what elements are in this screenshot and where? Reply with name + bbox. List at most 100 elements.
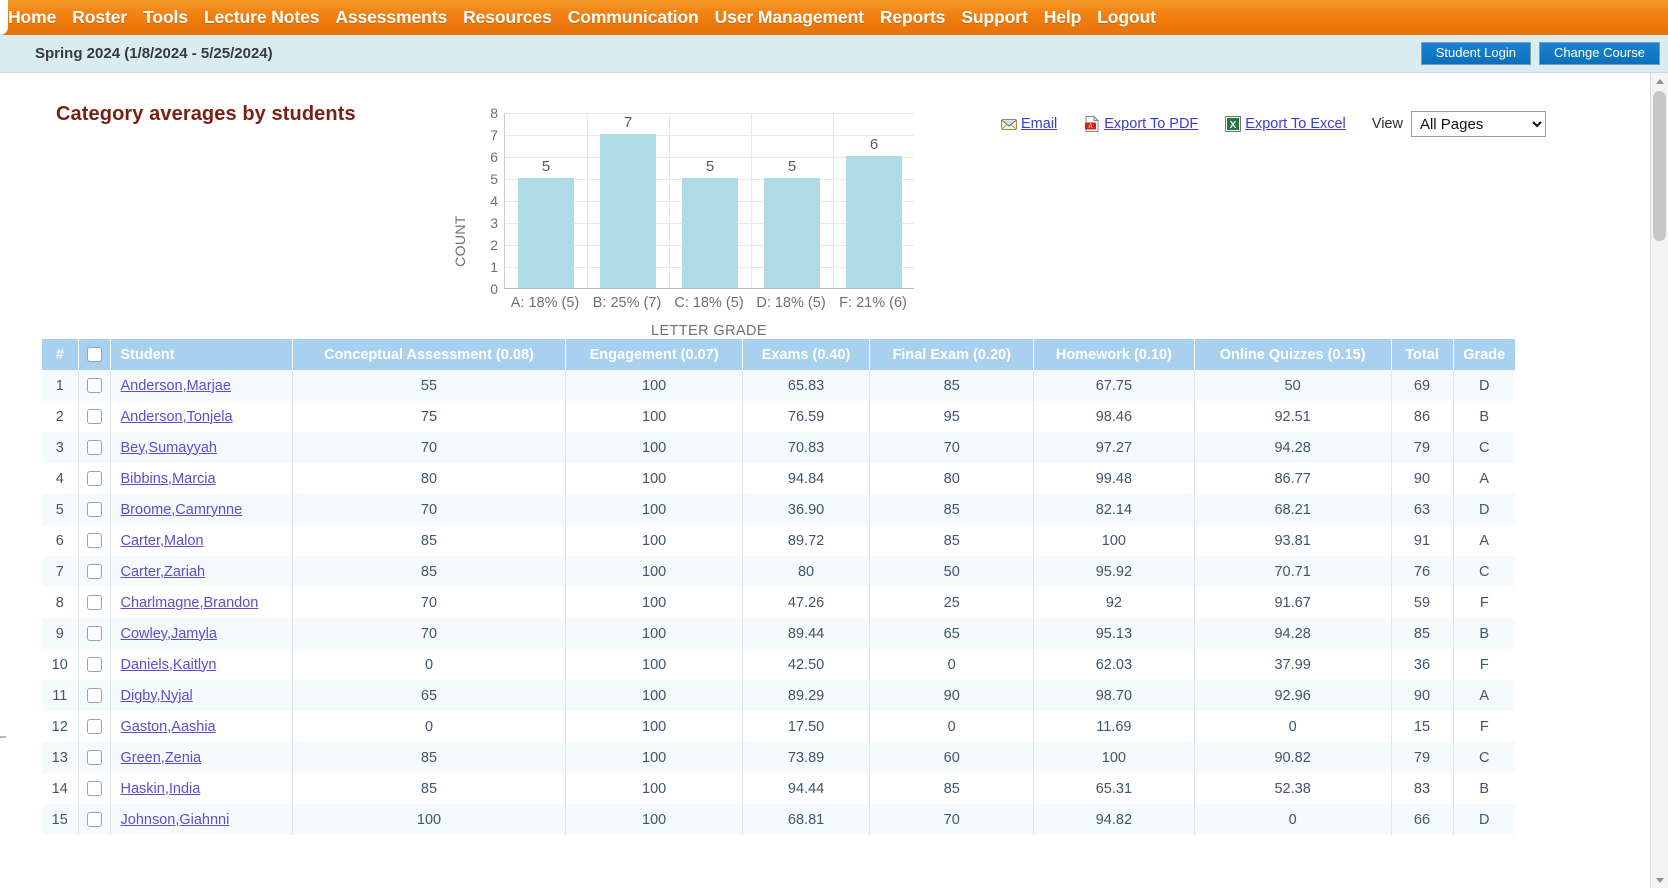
row-select-cell[interactable]	[78, 649, 111, 680]
row-checkbox[interactable]	[86, 595, 102, 611]
nav-item-tools[interactable]: Tools	[135, 0, 196, 35]
student-name-link[interactable]: Anderson,Marjae	[121, 378, 231, 394]
row-checkbox[interactable]	[86, 688, 102, 704]
row-select-cell[interactable]	[78, 494, 111, 525]
row-checkbox[interactable]	[86, 378, 102, 394]
student-name-link[interactable]: Johnson,Giahnni	[121, 812, 230, 828]
cell-total: 36	[1391, 649, 1454, 680]
scrollbar-thumb[interactable]	[1653, 91, 1666, 241]
course-subheader: Spring 2024 (1/8/2024 - 5/25/2024) Stude…	[0, 35, 1668, 73]
row-checkbox[interactable]	[86, 750, 102, 766]
row-checkbox[interactable]	[86, 564, 102, 580]
student-name-link[interactable]: Bey,Sumayyah	[121, 440, 217, 456]
chart-y-tick-label: 1	[490, 259, 498, 275]
row-select-cell[interactable]	[78, 370, 111, 401]
row-select-cell[interactable]	[78, 680, 111, 711]
student-cell: Gaston,Aashia	[110, 711, 293, 742]
cell-conceptual-assessment: 80	[292, 463, 567, 494]
table-row: 12 Gaston,Aashia 0 100 17.50 0 11.69 0 15 F	[42, 711, 1515, 742]
scroll-up-button[interactable]	[1651, 73, 1668, 90]
student-name-link[interactable]: Green,Zenia	[121, 750, 202, 766]
row-select-cell[interactable]	[78, 432, 111, 463]
chart-y-tick-label: 7	[490, 127, 498, 143]
col-header-engagement[interactable]: Engagement (0.07)	[565, 339, 743, 370]
row-checkbox[interactable]	[86, 409, 102, 425]
cell-grade: B	[1479, 408, 1490, 425]
col-header-homework[interactable]: Homework (0.10)	[1033, 339, 1195, 370]
col-header-student[interactable]: Student	[110, 339, 293, 370]
student-name-link[interactable]: Cowley,Jamyla	[121, 626, 217, 642]
nav-item-communication[interactable]: Communication	[560, 0, 707, 35]
row-checkbox[interactable]	[86, 471, 102, 487]
col-header-grade[interactable]: Grade	[1453, 339, 1515, 370]
change-course-button[interactable]: Change Course	[1538, 42, 1660, 65]
cell-grade: D	[1479, 811, 1490, 828]
row-select-cell[interactable]	[78, 773, 111, 804]
view-select[interactable]: All Pages	[1410, 111, 1546, 137]
cell-grade: D	[1479, 377, 1490, 394]
export-to-pdf-link[interactable]: A Export To PDF	[1083, 115, 1198, 133]
cell-homework: 82.14	[1033, 494, 1195, 525]
nav-item-home[interactable]: Home	[6, 0, 64, 35]
row-checkbox[interactable]	[86, 719, 102, 735]
nav-item-resources[interactable]: Resources	[455, 0, 560, 35]
nav-item-logout[interactable]: Logout	[1089, 0, 1164, 35]
nav-item-roster[interactable]: Roster	[64, 0, 135, 35]
col-header-select-all[interactable]	[78, 339, 111, 370]
nav-item-help[interactable]: Help	[1036, 0, 1090, 35]
nav-item-support[interactable]: Support	[953, 0, 1035, 35]
student-name-link[interactable]: Haskin,India	[121, 781, 201, 797]
cell-total: 79	[1391, 742, 1454, 773]
row-select-cell[interactable]	[78, 742, 111, 773]
row-select-cell[interactable]	[78, 587, 111, 618]
col-header-conceptual-assessment[interactable]: Conceptual Assessment (0.08)	[292, 339, 567, 370]
cell-grade: A	[1479, 687, 1490, 704]
row-checkbox[interactable]	[86, 657, 102, 673]
export-to-excel-link[interactable]: X Export To Excel	[1224, 115, 1346, 133]
student-name-link[interactable]: Anderson,Tonjela	[121, 409, 233, 425]
nav-item-reports[interactable]: Reports	[872, 0, 953, 35]
row-checkbox[interactable]	[86, 502, 102, 518]
row-select-cell[interactable]	[78, 804, 111, 835]
row-checkbox[interactable]	[86, 781, 102, 797]
student-name-link[interactable]: Broome,Camrynne	[121, 502, 243, 518]
row-select-cell[interactable]	[78, 556, 111, 587]
email-link[interactable]: Email	[1000, 115, 1057, 133]
table-row: 7 Carter,Zariah 85 100 80 50 95.92 70.71 76 C	[42, 556, 1515, 587]
vertical-scrollbar[interactable]	[1650, 73, 1668, 888]
student-name-link[interactable]: Gaston,Aashia	[121, 719, 216, 735]
col-header-online-quizzes[interactable]: Online Quizzes (0.15)	[1194, 339, 1392, 370]
nav-item-user-management[interactable]: User Management	[707, 0, 872, 35]
table-row: 3 Bey,Sumayyah 70 100 70.83 70 97.27 94.28 79 C	[42, 432, 1515, 463]
cell-engagement: 100	[565, 370, 743, 401]
cell-exams: 73.89	[742, 742, 871, 773]
student-name-link[interactable]: Carter,Malon	[121, 533, 204, 549]
student-name-link[interactable]: Digby,Nyjal	[121, 688, 193, 704]
row-select-cell[interactable]	[78, 525, 111, 556]
row-select-cell[interactable]	[78, 711, 111, 742]
student-name-link[interactable]: Charlmagne,Brandon	[121, 595, 259, 611]
nav-item-assessments[interactable]: Assessments	[327, 0, 455, 35]
col-header-final-exam[interactable]: Final Exam (0.20)	[869, 339, 1035, 370]
row-select-cell[interactable]	[78, 618, 111, 649]
row-checkbox[interactable]	[86, 533, 102, 549]
row-checkbox[interactable]	[86, 812, 102, 828]
nav-item-lecture-notes[interactable]: Lecture Notes	[196, 0, 327, 35]
cell-final-exam: 85	[869, 525, 1035, 556]
student-name-link[interactable]: Daniels,Kaitlyn	[121, 657, 217, 673]
col-header-exams[interactable]: Exams (0.40)	[742, 339, 871, 370]
student-name-link[interactable]: Bibbins,Marcia	[121, 471, 216, 487]
table-row: 8 Charlmagne,Brandon 70 100 47.26 25 92 91.67 59…	[42, 587, 1515, 618]
select-all-checkbox[interactable]	[86, 347, 102, 363]
scroll-down-button[interactable]	[1651, 871, 1668, 888]
col-header-total[interactable]: Total	[1391, 339, 1454, 370]
student-login-button[interactable]: Student Login	[1420, 42, 1531, 65]
row-checkbox[interactable]	[86, 440, 102, 456]
row-checkbox[interactable]	[86, 626, 102, 642]
cell-online-quizzes: 70.71	[1194, 556, 1392, 587]
col-header-number[interactable]: #	[42, 339, 79, 370]
student-name-link[interactable]: Carter,Zariah	[121, 564, 206, 580]
row-select-cell[interactable]	[78, 401, 111, 432]
row-select-cell[interactable]	[78, 463, 111, 494]
chart-bar-value-label: 7	[623, 114, 633, 131]
